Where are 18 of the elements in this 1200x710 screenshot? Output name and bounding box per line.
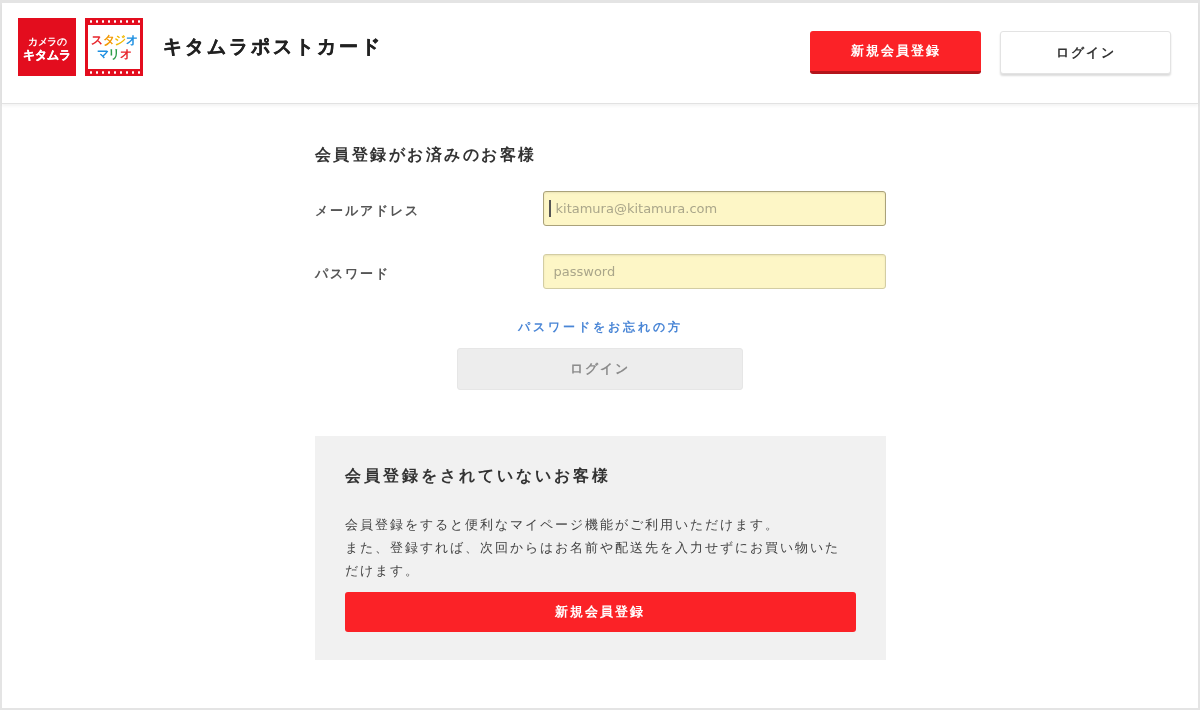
section-heading: 会員登録をされていないお客様 [344, 466, 612, 486]
input-field[interactable]: kitamura@kitamura.com [542, 191, 886, 226]
login-button[interactable]: ログイン [1000, 31, 1171, 74]
logo-text: マリオ [96, 47, 132, 61]
text-cursor-icon [548, 200, 551, 217]
info-text: また、登録すれば、次回からはお名前や配送先を入力せずにお買い物いただけます。 [344, 539, 841, 580]
logo-text: カメラの [28, 35, 66, 48]
site-title: キタムラポストカード [163, 34, 383, 58]
logo-text: キタムラ [23, 47, 71, 63]
forgot-password-link[interactable]: パスワードをお忘れの方 [517, 319, 683, 335]
register-button[interactable]: 新規会員登録 [344, 592, 856, 632]
logo-text: スタジオ [91, 33, 137, 47]
section-heading: 会員登録がお済みのお客様 [314, 145, 538, 165]
field-label: メールアドレス [314, 201, 421, 220]
input-field[interactable]: password [542, 254, 886, 289]
info-text: 会員登録をすると便利なマイページ機能がご利用いただけます。 [344, 516, 781, 534]
field-label: パスワード [314, 264, 391, 283]
register-button[interactable]: 新規会員登録 [810, 31, 981, 74]
